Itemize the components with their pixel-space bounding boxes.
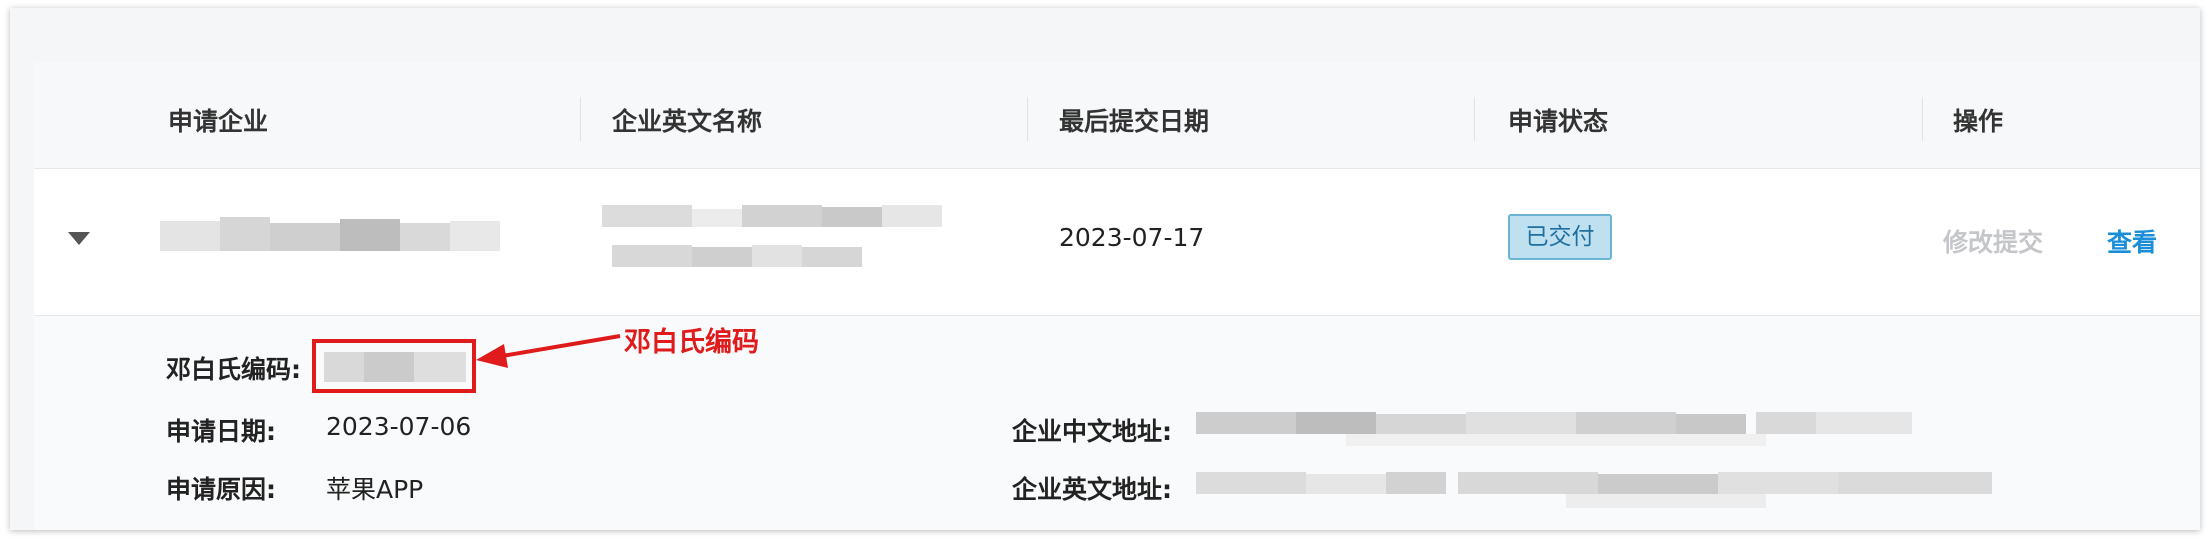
redacted-english-name: [602, 205, 942, 275]
row-detail-panel: 邓白氏编码: 邓白氏编码 申请日期: 2023-07-06 申请原因: 苹果AP…: [34, 316, 2200, 530]
modify-submit-button[interactable]: 修改提交: [1943, 223, 2043, 259]
red-arrow-icon: [476, 334, 621, 368]
screenshot-frame: 申请企业 企业英文名称 最后提交日期 申请状态 操作 2023-07-17 已交…: [10, 8, 2200, 530]
table-header: 申请企业 企业英文名称 最后提交日期 申请状态 操作: [34, 62, 2200, 169]
caret-down-icon[interactable]: [68, 232, 90, 245]
en-address-label: 企业英文地址:: [1012, 475, 1172, 504]
table-row: 2023-07-17 已交付 修改提交 查看: [34, 169, 2200, 316]
application-table: 申请企业 企业英文名称 最后提交日期 申请状态 操作 2023-07-17 已交…: [34, 62, 2200, 530]
status-badge: 已交付: [1508, 214, 1612, 260]
column-divider: [1027, 97, 1028, 141]
apply-reason-value: 苹果APP: [326, 475, 424, 504]
column-header-last-submit-date: 最后提交日期: [1059, 107, 1210, 136]
submit-date: 2023-07-17: [1059, 223, 1205, 252]
annotation-label: 邓白氏编码: [624, 327, 759, 358]
apply-reason-label: 申请原因:: [166, 475, 276, 504]
apply-date-value: 2023-07-06: [326, 412, 472, 441]
redacted-cn-address: [1196, 412, 1912, 446]
view-link[interactable]: 查看: [2107, 223, 2157, 259]
duns-label: 邓白氏编码:: [166, 355, 301, 384]
column-divider: [1474, 97, 1475, 141]
column-header-status: 申请状态: [1508, 107, 1609, 136]
column-divider: [1922, 97, 1923, 141]
duns-highlight-box: [312, 339, 476, 393]
column-header-company: 申请企业: [168, 107, 269, 136]
redacted-company-name: [160, 217, 500, 255]
column-header-actions: 操作: [1953, 107, 2004, 136]
apply-date-label: 申请日期:: [166, 417, 276, 446]
column-divider: [580, 97, 581, 141]
cn-address-label: 企业中文地址:: [1012, 417, 1172, 446]
column-header-english-name: 企业英文名称: [612, 107, 763, 136]
redacted-en-address: [1196, 472, 1992, 512]
